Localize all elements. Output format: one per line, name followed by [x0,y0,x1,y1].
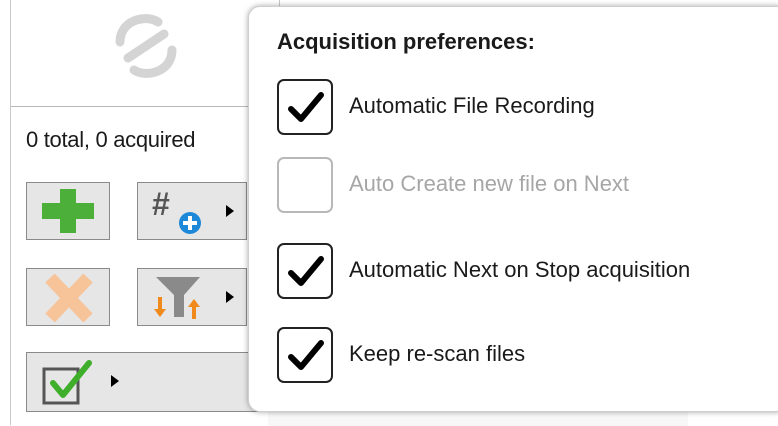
app-logo-icon [115,14,177,78]
checkbox-unchecked-disabled[interactable] [277,157,333,213]
pref-automatic-next-on-stop[interactable]: Automatic Next on Stop acquisition [277,243,777,299]
dropdown-arrow-icon [111,375,119,387]
filter-sort-icon [154,277,200,319]
sample-list-panel: 0 total, 0 acquired # [10,0,280,425]
popup-title: Acquisition preferences: [277,29,535,54]
plus-icon [42,189,94,233]
svg-text:#: # [152,187,170,222]
checkmark-icon [288,92,324,122]
acquisition-preferences-popup: Acquisition preferences: Automatic File … [248,6,778,412]
pref-label: Automatic File Recording [349,93,595,118]
logo-area [11,0,279,107]
check-dropdown-button[interactable] [26,352,266,412]
acquisition-summary: 0 total, 0 acquired [26,127,196,152]
add-button[interactable] [26,182,110,240]
pref-automatic-file-recording[interactable]: Automatic File Recording [277,79,777,135]
x-icon [45,274,93,322]
checkmark-icon [288,256,324,286]
checkbox-checked[interactable] [277,243,333,299]
pref-label: Auto Create new file on Next [349,171,630,196]
add-numbered-button[interactable]: # [137,182,247,240]
dropdown-arrow-icon [226,205,234,217]
checkbox-checked[interactable] [277,327,333,383]
delete-button[interactable] [26,268,110,326]
filter-sort-button[interactable] [137,268,247,326]
checkbox-checked[interactable] [277,79,333,135]
pref-auto-create-new-file[interactable]: Auto Create new file on Next [277,157,777,213]
checkmark-icon [288,340,324,370]
pref-label: Automatic Next on Stop acquisition [349,257,691,282]
pref-label: Keep re-scan files [349,341,526,366]
pref-keep-rescan-files[interactable]: Keep re-scan files [277,327,777,383]
hash-plus-icon: # [152,187,201,234]
dropdown-arrow-icon [226,291,234,303]
checkbox-check-icon [42,360,92,405]
